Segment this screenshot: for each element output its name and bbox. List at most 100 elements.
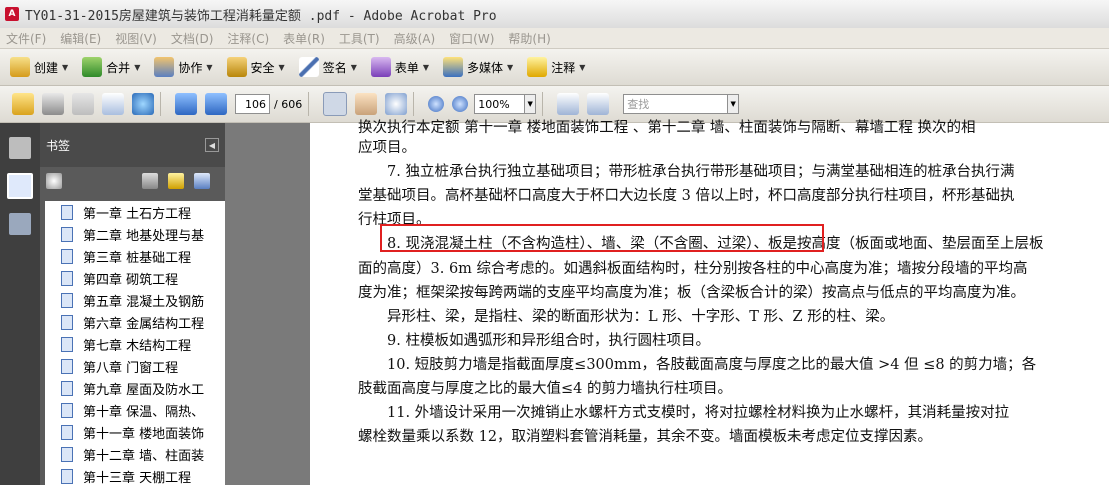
- toolbar-separator: [413, 92, 415, 116]
- secure-button[interactable]: 安全 ▼: [226, 53, 285, 81]
- combine-button[interactable]: 合并 ▼: [82, 53, 140, 81]
- title-bar: A TY01-31-2015房屋建筑与装饰工程消耗量定额 .pdf - Adob…: [0, 0, 1109, 29]
- combine-icon: [82, 57, 103, 77]
- document-line: 换次执行本定额 第十一章 楼地面装饰工程 、第十二章 墙、柱面装饰与隔断、幕墙工…: [358, 120, 976, 136]
- marquee-zoom-icon[interactable]: [385, 93, 408, 115]
- menu-bar: 文件(F) 编辑(E) 视图(V) 文档(D) 注释(C) 表单(R) 工具(T…: [0, 28, 1109, 49]
- bookmark-page-icon: [61, 292, 73, 308]
- delete-bookmark-icon[interactable]: [142, 173, 158, 189]
- comment-icon: [527, 57, 548, 77]
- document-line: 螺栓数量乘以系数 12，取消塑料套管消耗量，其余不变。墙面模板未考虑定位支撑因素…: [358, 429, 933, 445]
- bookmark-page-icon: [61, 248, 73, 264]
- bookmark-item[interactable]: 第一章 土石方工程: [45, 201, 225, 223]
- document-line: 7. 独立桩承台执行独立基础项目；带形桩承台执行带形基础项目；与满堂基础相连的桩…: [358, 164, 1015, 180]
- bookmark-item[interactable]: 第三章 桩基础工程: [45, 245, 225, 267]
- document-view[interactable]: 换次执行本定额 第十一章 楼地面装饰工程 、第十二章 墙、柱面装饰与隔断、幕墙工…: [225, 120, 1109, 485]
- open-folder-icon[interactable]: [12, 93, 34, 115]
- bookmark-page-icon: [61, 402, 73, 418]
- search-input[interactable]: 查找: [623, 94, 729, 114]
- menu-tools[interactable]: 工具(T): [339, 30, 380, 47]
- form-icon: [370, 57, 391, 77]
- bookmark-item[interactable]: 第九章 屋面及防水工: [45, 377, 225, 399]
- document-line: 9. 柱模板如遇弧形和异形组合时，执行圆柱项目。: [358, 333, 710, 349]
- multimedia-button[interactable]: 多媒体 ▼: [443, 53, 513, 81]
- document-line: 异形柱、梁，是指柱、梁的断面形状为：L 形、十字形、T 形、Z 形的柱、梁。: [358, 309, 895, 325]
- sign-button[interactable]: 签名 ▼: [298, 53, 357, 81]
- menu-document[interactable]: 文档(D): [171, 30, 214, 47]
- menu-forms[interactable]: 表单(R): [283, 30, 325, 47]
- page-number-input[interactable]: 106: [235, 94, 270, 114]
- bookmark-item[interactable]: 第五章 混凝土及钢筋: [45, 289, 225, 311]
- bookmark-page-icon: [61, 336, 73, 352]
- document-line: 堂基础项目。高杯基础杯口高度大于杯口大边长度 3 倍以上时，杯口高度部分执行柱项…: [358, 188, 1015, 204]
- bookmark-page-icon: [61, 204, 73, 220]
- menu-file[interactable]: 文件(F): [6, 30, 46, 47]
- collapse-panel-icon[interactable]: ◀: [205, 138, 219, 152]
- bookmark-item[interactable]: 第六章 金属结构工程: [45, 311, 225, 333]
- fit-page-icon[interactable]: [587, 93, 610, 115]
- new-bookmark-icon[interactable]: [168, 173, 184, 189]
- zoom-dropdown-icon[interactable]: ▼: [525, 94, 537, 114]
- document-line: 度为准；框架梁按每跨两端的支座平均高度为准；板（含梁板合计的梁）按高点与低点的平…: [358, 285, 1025, 301]
- menu-comments[interactable]: 注释(C): [227, 30, 269, 47]
- previous-page-icon[interactable]: [175, 93, 197, 115]
- bookmark-page-icon: [61, 380, 73, 396]
- menu-window[interactable]: 窗口(W): [449, 30, 494, 47]
- next-page-icon[interactable]: [205, 93, 227, 115]
- document-line: 11. 外墙设计采用一次摊销止水螺杆方式支模时，将对拉螺栓材料换为止水螺杆，其消…: [358, 405, 1010, 421]
- toolbar-separator: [308, 92, 310, 116]
- bookmark-item[interactable]: 第十章 保温、隔热、: [45, 399, 225, 421]
- zoom-out-icon[interactable]: [428, 96, 445, 112]
- fit-width-icon[interactable]: [557, 93, 580, 115]
- menu-help[interactable]: 帮助(H): [508, 30, 550, 47]
- bookmark-item[interactable]: 第四章 砌筑工程: [45, 267, 225, 289]
- menu-advanced[interactable]: 高级(A): [394, 30, 436, 47]
- tasks-toolbar: 创建 ▼ 合并 ▼ 协作 ▼ 安全 ▼ 签名 ▼ 表单 ▼ 多媒体 ▼ 注释 ▼: [0, 49, 1109, 86]
- bookmark-item[interactable]: 第十三章 天棚工程: [45, 465, 225, 485]
- select-tool-icon[interactable]: [323, 92, 348, 116]
- menu-edit[interactable]: 编辑(E): [60, 30, 101, 47]
- save-icon[interactable]: [72, 93, 94, 115]
- bookmark-item[interactable]: 第七章 木结构工程: [45, 333, 225, 355]
- pen-icon: [298, 57, 319, 77]
- bookmark-item[interactable]: 第二章 地基处理与基: [45, 223, 225, 245]
- bookmark-item[interactable]: 第十二章 墙、柱面装: [45, 443, 225, 465]
- bookmarks-tools: [40, 167, 225, 195]
- expand-bookmark-icon[interactable]: [194, 173, 210, 189]
- search-dropdown-icon[interactable]: ▼: [728, 94, 740, 114]
- email-icon[interactable]: [102, 93, 124, 115]
- bookmarks-title: 书签: [46, 138, 71, 153]
- print-icon[interactable]: [42, 93, 64, 115]
- create-icon: [10, 57, 30, 77]
- document-line: 肢截面高度与厚度之比的最大值≤4 的剪力墙执行柱项目。: [358, 381, 732, 397]
- bookmark-page-icon: [61, 226, 73, 242]
- window-title: TY01-31-2015房屋建筑与装饰工程消耗量定额 .pdf - Adobe …: [25, 8, 497, 24]
- bookmark-item[interactable]: 第十一章 楼地面装饰: [45, 421, 225, 443]
- document-line: 面的高度）3. 6m 综合考虑的。如遇斜板面结构时，柱分别按各柱的中心高度为准；…: [358, 261, 1028, 277]
- bookmark-item[interactable]: 第八章 门窗工程: [45, 355, 225, 377]
- forms-button[interactable]: 表单 ▼: [370, 53, 429, 81]
- comment-button[interactable]: 注释 ▼: [527, 53, 585, 81]
- toolbar-separator: [160, 92, 161, 116]
- zoom-in-icon[interactable]: [452, 96, 469, 112]
- bookmark-page-icon: [61, 468, 73, 484]
- collaborate-button[interactable]: 协作 ▼: [154, 53, 213, 81]
- zoom-level-input[interactable]: 100%: [474, 94, 526, 114]
- bookmarks-header: 书签 ◀: [40, 123, 225, 167]
- bookmarks-panel-icon[interactable]: [7, 173, 33, 199]
- menu-view[interactable]: 视图(V): [115, 30, 157, 47]
- acrobat-app-icon: A: [5, 7, 19, 21]
- web-icon[interactable]: [132, 93, 154, 115]
- bookmark-page-icon: [61, 314, 73, 330]
- navigation-pane-strip: [0, 123, 40, 485]
- document-line: 10. 短肢剪力墙是指截面厚度≤300mm，各肢截面高度与厚度之比的最大值 >4…: [358, 357, 1037, 373]
- bookmark-page-icon: [61, 358, 73, 374]
- signatures-panel-icon[interactable]: [9, 213, 31, 235]
- bookmark-page-icon: [61, 270, 73, 286]
- create-button[interactable]: 创建 ▼: [10, 53, 68, 81]
- red-highlight-box: [380, 224, 824, 252]
- options-gear-icon[interactable]: [46, 173, 62, 189]
- hand-tool-icon[interactable]: [355, 93, 378, 115]
- pdf-page: 换次执行本定额 第十一章 楼地面装饰工程 、第十二章 墙、柱面装饰与隔断、幕墙工…: [310, 120, 1109, 485]
- pages-panel-icon[interactable]: [9, 137, 31, 159]
